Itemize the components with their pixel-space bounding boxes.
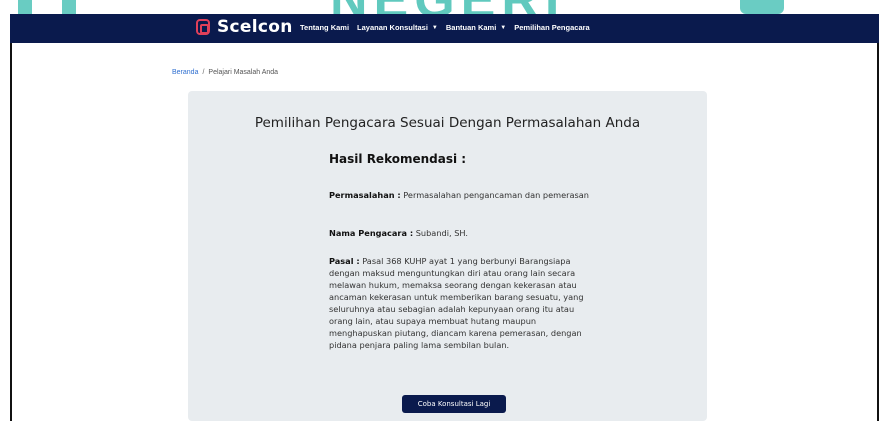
article-label: Pasal : (329, 256, 360, 266)
lawyer-value: Subandi, SH. (413, 228, 469, 238)
watermark-text: NEGERI (330, 0, 565, 14)
breadcrumb-current: Pelajari Masalah Anda (208, 69, 279, 76)
article-field: Pasal : Pasal 368 KUHP ayat 1 yang berbu… (329, 255, 589, 351)
nav-item-label: Layanan Konsultasi (357, 23, 428, 32)
nav-item-label: Pemilihan Pengacara (514, 23, 590, 32)
retry-consultation-button[interactable]: Coba Konsultasi Lagi (402, 395, 506, 413)
brand-logo[interactable]: Scelcon (196, 17, 293, 37)
lawyer-label: Nama Pengacara : (329, 228, 414, 238)
problem-value: Permasalahan pengancaman dan pemerasan (400, 190, 589, 200)
nav-item-label: Bantuan Kami (445, 23, 497, 32)
lawyer-field: Nama Pengacara : Subandi, SH. (329, 227, 589, 239)
nav-item-tentang-kami[interactable]: Tentang Kami (300, 23, 349, 32)
chevron-down-icon: ▼ (431, 24, 438, 31)
breadcrumb: Beranda / Pelajari Masalah Anda (172, 69, 278, 76)
article-value: Pasal 368 KUHP ayat 1 yang berbunyi Bara… (329, 256, 584, 350)
chevron-down-icon: ▼ (500, 24, 507, 31)
nav-item-pemilihan-pengacara[interactable]: Pemilihan Pengacara (514, 23, 589, 32)
nav-item-bantuan-kami[interactable]: Bantuan Kami ▼ (446, 23, 506, 32)
logo-icon (196, 19, 210, 35)
breadcrumb-separator: / (202, 69, 205, 76)
nav-item-layanan-konsultasi[interactable]: Layanan Konsultasi ▼ (357, 23, 438, 32)
nav-menu: Tentang Kami Layanan Konsultasi ▼ Bantua… (300, 23, 590, 32)
problem-label: Permasalahan : (329, 190, 401, 200)
result-heading: Hasil Rekomendasi : (329, 152, 467, 166)
brand-name: Scelcon (217, 17, 293, 37)
navbar: Scelcon Tentang Kami Layanan Konsultasi … (10, 14, 879, 43)
frame-border-left (10, 14, 12, 421)
recommendation-card: Pemilihan Pengacara Sesuai Dengan Permas… (188, 91, 707, 421)
watermark-shape (740, 0, 784, 14)
nav-item-label: Tentang Kami (300, 23, 350, 32)
watermark-shape (18, 0, 76, 14)
breadcrumb-home-link[interactable]: Beranda (172, 69, 198, 76)
page-title: Pemilihan Pengacara Sesuai Dengan Permas… (254, 115, 641, 131)
watermark: NEGERI (0, 0, 879, 14)
problem-field: Permasalahan : Permasalahan pengancaman … (329, 189, 589, 201)
